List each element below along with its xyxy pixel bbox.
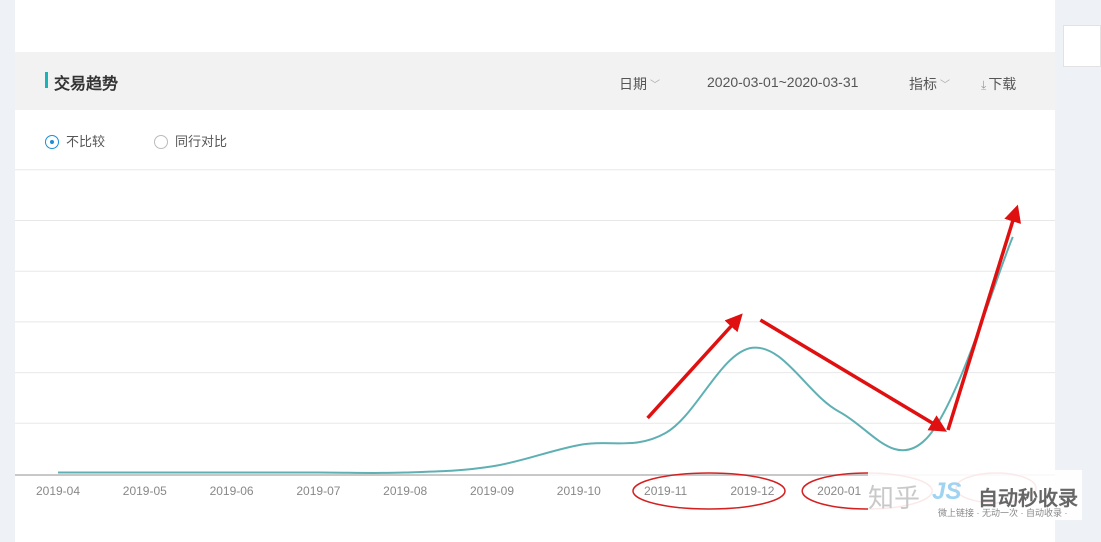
x-tick-label: 2019-07 bbox=[296, 484, 340, 498]
x-tick-label: 2020-01 bbox=[817, 484, 861, 498]
annotation-arrow bbox=[646, 313, 743, 420]
annotation-arrow bbox=[946, 204, 1022, 431]
x-tick-label: 2019-04 bbox=[36, 484, 80, 498]
x-tick-label: 2019-08 bbox=[383, 484, 427, 498]
trend-line-chart: 2019-04 2019-05 2019-06 2019-07 2019-08 2019-… bbox=[15, 169, 1055, 510]
trend-card: 交易趋势 日期 ﹀ 2020-03-01~2020-03-31 指标 ﹀ ⤓ 下载 不… bbox=[15, 0, 1055, 542]
watermark-slogan: 微上链接 · 无动一次 · 自动收录 · bbox=[938, 508, 1068, 518]
x-tick-label: 2019-11 bbox=[644, 484, 687, 498]
side-widget[interactable] bbox=[1063, 25, 1101, 67]
annotation-arrow bbox=[759, 318, 948, 432]
series-line bbox=[57, 236, 1014, 474]
x-tick-label: 2019-12 bbox=[730, 484, 774, 498]
watermark: 知乎 JS 自动秒收录 微上链接 · 无动一次 · 自动收录 · bbox=[868, 470, 1082, 520]
watermark-logo: JS bbox=[932, 478, 962, 505]
x-tick-label: 2019-05 bbox=[123, 484, 167, 498]
x-tick-label: 2019-10 bbox=[557, 484, 601, 498]
watermark-zhihu: 知乎 bbox=[868, 484, 921, 514]
x-tick-label: 2019-09 bbox=[470, 484, 514, 498]
x-tick-label: 2019-06 bbox=[210, 484, 254, 498]
